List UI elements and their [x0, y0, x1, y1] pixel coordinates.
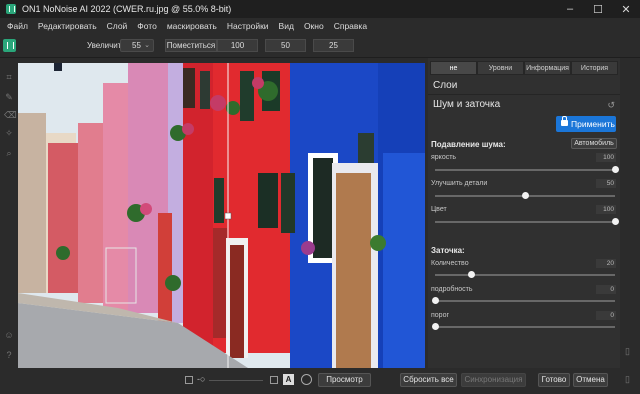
zoom-50-button[interactable]: 50 — [265, 39, 306, 52]
menu-help[interactable]: Справка — [329, 21, 372, 31]
reset-all-button[interactable]: Сбросить все — [400, 373, 457, 387]
menu-view[interactable]: Вид — [274, 21, 299, 31]
menu-bar: Файл Редактировать Слой Фото маскировать… — [0, 18, 640, 34]
zoom-select[interactable]: 55 ⌄ — [120, 39, 154, 52]
right-panel: не Уровни Информация История Слои Шум и … — [428, 58, 620, 368]
chevron-down-icon: ⌄ — [144, 42, 150, 49]
menu-mask[interactable]: маскировать — [162, 21, 222, 31]
threshold-slider[interactable] — [432, 323, 615, 330]
module-logo-icon[interactable] — [3, 39, 16, 52]
enhance-detail-value[interactable]: 50 — [596, 179, 616, 188]
detail-value[interactable]: 0 — [596, 285, 616, 294]
zoom-25-button[interactable]: 25 — [313, 39, 354, 52]
app-logo-icon — [6, 4, 16, 14]
compare-toggle-icon[interactable] — [185, 376, 193, 384]
section-title: Шум и заточка — [433, 99, 501, 110]
amount-label: Количество — [431, 260, 469, 267]
user-icon[interactable]: ☺ — [4, 330, 14, 340]
maximize-button[interactable]: ☐ — [584, 0, 612, 18]
noise-reduction-title: Подавление шума: — [431, 140, 506, 149]
zoom-value: 55 — [132, 41, 141, 50]
cancel-button[interactable]: Отмена — [573, 373, 608, 387]
zoom-slider-track[interactable] — [209, 380, 263, 381]
brush-tool-icon[interactable]: ✎ — [4, 92, 14, 102]
panel-toggle-icon[interactable]: ▯ — [625, 346, 630, 357]
apply-button[interactable]: Применить — [556, 116, 616, 132]
enhance-detail-label: Улучшить детали — [431, 180, 488, 187]
photo-canvas[interactable] — [18, 63, 425, 368]
menu-file[interactable]: Файл — [2, 21, 33, 31]
panel-tabs: не Уровни Информация История — [430, 61, 618, 75]
unlock-icon — [561, 116, 568, 126]
left-tool-strip: ⌗ ✎ ⌫ ✧ ⌕ ☺ ? — [0, 58, 18, 368]
detail-slider[interactable] — [432, 297, 615, 304]
menu-layer[interactable]: Слой — [102, 21, 133, 31]
zoom-tool-icon[interactable]: ⌕ — [4, 148, 14, 158]
tab-levels[interactable]: Уровни — [477, 61, 524, 75]
luminance-value[interactable]: 100 — [596, 153, 616, 162]
erase-tool-icon[interactable]: ⌫ — [4, 110, 17, 120]
crop-tool-icon[interactable]: ⌗ — [4, 72, 14, 82]
color-slider[interactable] — [435, 218, 619, 225]
luminance-label: яркость — [431, 154, 457, 161]
tab-info[interactable]: Информация — [524, 61, 571, 75]
divider — [428, 94, 620, 95]
window-title: ON1 NoNoise AI 2022 (CWER.ru.jpg @ 55.0%… — [22, 4, 232, 14]
split-view-icon[interactable] — [270, 376, 278, 384]
slider-thumb[interactable] — [432, 323, 439, 330]
title-bar: ON1 NoNoise AI 2022 (CWER.ru.jpg @ 55.0%… — [0, 0, 640, 18]
panel-collapse-icon[interactable]: ▯ — [625, 374, 630, 385]
help-icon[interactable]: ? — [4, 350, 14, 360]
done-button[interactable]: Готово — [538, 373, 570, 387]
slider-thumb[interactable] — [522, 192, 529, 199]
apply-label: Применить — [571, 119, 615, 129]
menu-settings[interactable]: Настройки — [222, 21, 274, 31]
menu-edit[interactable]: Редактировать — [33, 21, 102, 31]
minimize-button[interactable]: – — [556, 0, 584, 18]
auto-button[interactable]: Автомобиль — [571, 138, 617, 149]
view-mode-icon[interactable]: A — [283, 374, 294, 385]
amount-value[interactable]: 20 — [596, 259, 616, 268]
zoom-100-button[interactable]: 100 — [217, 39, 258, 52]
color-label: Цвет — [431, 206, 447, 213]
sync-button[interactable]: Синхронизация — [461, 373, 526, 387]
toolbar: Увеличить 55 ⌄ Поместиться 100 50 25 — [0, 34, 640, 58]
luminance-slider[interactable] — [435, 166, 619, 173]
street-photo — [18, 63, 425, 368]
zoom-slider-icon[interactable]: -○ — [197, 374, 205, 384]
enhance-detail-slider[interactable] — [435, 192, 615, 199]
layers-title[interactable]: Слои — [433, 80, 457, 91]
slider-thumb[interactable] — [468, 271, 475, 278]
sharpening-title: Заточка: — [431, 246, 465, 255]
right-strip: ▯ — [620, 58, 640, 368]
slider-thumb[interactable] — [432, 297, 439, 304]
color-value[interactable]: 100 — [596, 205, 616, 214]
slider-thumb[interactable] — [612, 166, 619, 173]
window-controls: – ☐ ✕ — [556, 0, 640, 18]
threshold-value[interactable]: 0 — [596, 311, 616, 320]
menu-photo[interactable]: Фото — [132, 21, 162, 31]
mask-view-icon[interactable] — [301, 374, 312, 385]
slider-thumb[interactable] — [612, 218, 619, 225]
threshold-label: порог — [431, 312, 450, 319]
close-button[interactable]: ✕ — [612, 0, 640, 18]
amount-slider[interactable] — [435, 271, 615, 278]
tab-navigator[interactable]: не — [430, 61, 477, 75]
detail-label: подробность — [431, 286, 473, 293]
menu-window[interactable]: Окно — [299, 21, 329, 31]
bottom-bar: -○ A Просмотр Сбросить все Синхронизация… — [0, 368, 640, 394]
zoom-fit-button[interactable]: Поместиться — [165, 39, 217, 52]
tab-history[interactable]: История — [571, 61, 618, 75]
retouch-tool-icon[interactable]: ✧ — [4, 128, 14, 138]
preview-button[interactable]: Просмотр — [318, 373, 371, 387]
reset-icon[interactable]: ↺ — [607, 100, 615, 111]
